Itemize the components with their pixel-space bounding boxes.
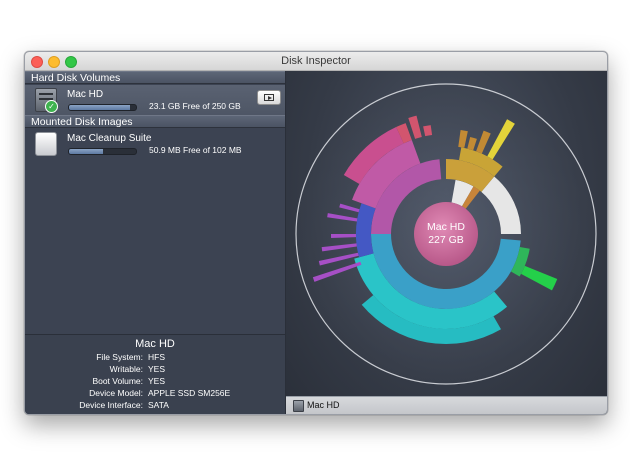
info-row-writable: Writable: YES	[25, 364, 285, 376]
volume-row-mac-cleanup-suite[interactable]: Mac Cleanup Suite 50.9 MB Free of 102 MB	[25, 129, 285, 159]
info-value: SATA	[148, 400, 169, 410]
info-title: Mac HD	[135, 338, 175, 350]
info-label: Writable:	[109, 364, 143, 374]
info-row-device-interface: Device Interface: SATA	[25, 400, 285, 412]
usage-bar	[68, 148, 137, 155]
volume-free-space: 50.9 MB Free of 102 MB	[149, 145, 242, 155]
play-icon	[264, 94, 274, 101]
volume-list-pane: Hard Disk Volumes ✓ Mac HD 23.1 GB Free …	[25, 71, 286, 414]
title-bar: Disk Inspector	[25, 52, 607, 71]
volume-info-panel: Mac HD File System: HFS Writable: YES Bo…	[25, 334, 285, 414]
checkmark-icon: ✓	[45, 100, 58, 113]
info-value: HFS	[148, 352, 165, 362]
play-button[interactable]	[257, 90, 281, 105]
volume-free-space: 23.1 GB Free of 250 GB	[149, 101, 241, 111]
info-row-file-system: File System: HFS	[25, 352, 285, 364]
info-label: Device Interface:	[79, 400, 143, 410]
usage-bar-fill	[69, 105, 130, 110]
volume-row-mac-hd[interactable]: ✓ Mac HD 23.1 GB Free of 250 GB	[25, 85, 285, 115]
info-row-boot-volume: Boot Volume: YES	[25, 376, 285, 388]
info-label: Boot Volume:	[92, 376, 143, 386]
info-value: YES	[148, 376, 166, 386]
disk-inspector-window: Disk Inspector Hard Disk Volumes ✓ Mac H…	[24, 51, 608, 415]
section-header-mounted-images: Mounted Disk Images	[25, 115, 285, 128]
disk-usage-sunburst[interactable]: Mac HD 227 GB	[286, 71, 607, 396]
window-title: Disk Inspector	[281, 55, 351, 67]
info-row-device-model: Device Model: APPLE SSD SM256E	[25, 388, 285, 400]
center-volume-name: Mac HD	[427, 221, 465, 233]
info-value: APPLE SSD SM256E	[148, 388, 231, 398]
info-label: Device Model:	[89, 388, 143, 398]
usage-bar	[68, 104, 137, 111]
disk-image-icon	[35, 132, 57, 156]
hard-disk-icon	[293, 400, 304, 412]
volume-name: Mac HD	[67, 89, 104, 100]
usage-bar-fill	[69, 149, 103, 154]
status-bar: Mac HD	[286, 396, 607, 414]
volume-name: Mac Cleanup Suite	[67, 133, 152, 144]
info-label: File System:	[96, 352, 143, 362]
status-path: Mac HD	[307, 400, 340, 410]
center-volume-size: 227 GB	[428, 234, 464, 246]
disk-map-pane: Mac HD 227 GB Mac HD	[286, 71, 607, 414]
section-header-hard-disks: Hard Disk Volumes	[25, 71, 285, 84]
info-value: YES	[148, 364, 166, 374]
